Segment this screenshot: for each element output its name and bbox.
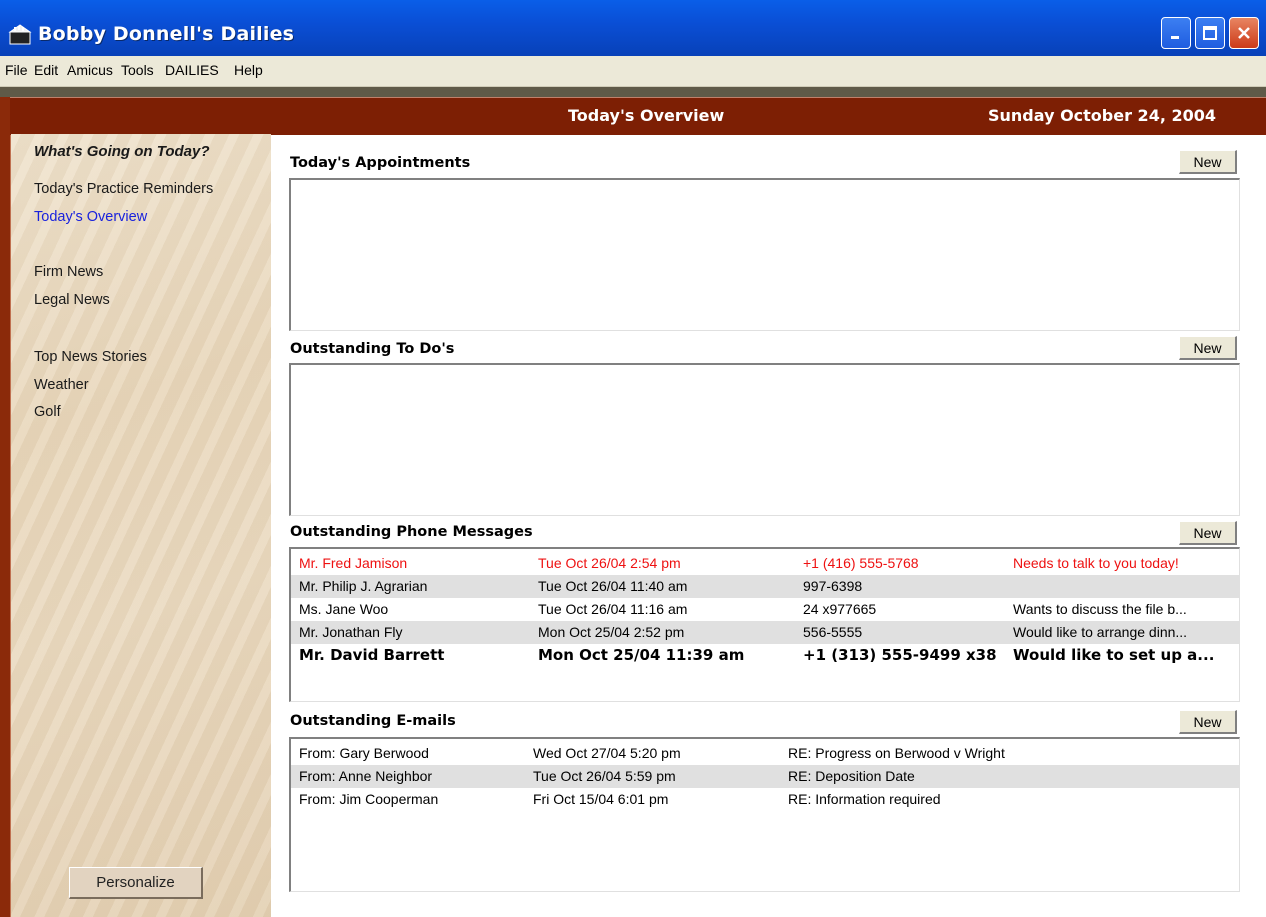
phone-note: Needs to talk to you today! xyxy=(1013,555,1179,571)
phone-time: Tue Oct 26/04 11:16 am xyxy=(538,601,688,617)
email-from: From: Anne Neighbor xyxy=(299,768,433,784)
phone-messages-list[interactable]: Mr. Fred Jamison Tue Oct 26/04 2:54 pm +… xyxy=(289,547,1240,702)
table-row[interactable]: From: Anne Neighbor Tue Oct 26/04 5:59 p… xyxy=(291,765,1239,788)
maximize-icon xyxy=(1203,26,1217,40)
phone-number: 997-6398 xyxy=(803,578,863,594)
phone-note: Would like to set up a... xyxy=(1013,646,1215,664)
table-row[interactable]: From: Jim Cooperman Fri Oct 15/04 6:01 p… xyxy=(291,788,1239,811)
menu-dailies[interactable]: DAILIES xyxy=(165,62,219,78)
maximize-button[interactable] xyxy=(1195,17,1225,49)
todos-title: Outstanding To Do's xyxy=(290,341,455,357)
phone-number: 24 x977665 xyxy=(803,601,877,617)
sidebar-heading: What's Going on Today? xyxy=(34,143,210,160)
sidebar-item-practice-reminders[interactable]: Today's Practice Reminders xyxy=(34,181,213,197)
table-row[interactable]: Mr. David Barrett Mon Oct 25/04 11:39 am… xyxy=(291,644,1239,667)
phone-name: Mr. Jonathan Fly xyxy=(299,624,403,640)
sidebar-item-golf[interactable]: Golf xyxy=(34,404,61,420)
page-title: Today's Overview xyxy=(568,106,725,125)
email-time: Wed Oct 27/04 5:20 pm xyxy=(533,745,681,761)
menu-file[interactable]: File xyxy=(5,62,28,78)
phone-note: Wants to discuss the file b... xyxy=(1013,601,1187,617)
app-icon xyxy=(8,23,32,45)
sidebar-item-firm-news[interactable]: Firm News xyxy=(34,264,103,280)
table-row[interactable]: Mr. Fred Jamison Tue Oct 26/04 2:54 pm +… xyxy=(291,552,1239,575)
email-from: From: Gary Berwood xyxy=(299,745,429,761)
email-from: From: Jim Cooperman xyxy=(299,791,439,807)
personalize-button[interactable]: Personalize xyxy=(69,867,203,899)
menu-bar: File Edit Amicus Tools DAILIES Help xyxy=(0,56,1266,87)
phone-time: Mon Oct 25/04 2:52 pm xyxy=(538,624,685,640)
table-row[interactable]: Mr. Philip J. Agrarian Tue Oct 26/04 11:… xyxy=(291,575,1239,598)
sidebar-item-top-news[interactable]: Top News Stories xyxy=(34,349,147,365)
email-subject: RE: Deposition Date xyxy=(788,768,915,784)
phone-name: Ms. Jane Woo xyxy=(299,601,389,617)
phone-number: 556-5555 xyxy=(803,624,863,640)
minimize-icon xyxy=(1171,36,1179,39)
sidebar: What's Going on Today? Today's Practice … xyxy=(11,134,271,917)
title-bar[interactable]: Bobby Donnell's Dailies xyxy=(0,0,1266,56)
close-icon xyxy=(1238,27,1250,39)
email-subject: RE: Information required xyxy=(788,791,941,807)
window-title: Bobby Donnell's Dailies xyxy=(38,23,295,45)
new-email-button[interactable]: New xyxy=(1179,710,1237,734)
menu-amicus[interactable]: Amicus xyxy=(67,62,113,78)
emails-title: Outstanding E-mails xyxy=(290,713,456,729)
phone-time: Tue Oct 26/04 2:54 pm xyxy=(538,555,681,571)
email-time: Tue Oct 26/04 5:59 pm xyxy=(533,768,676,784)
phone-name: Mr. Fred Jamison xyxy=(299,555,408,571)
appointments-list[interactable] xyxy=(289,178,1240,331)
phone-note: Would like to arrange dinn... xyxy=(1013,624,1188,640)
close-button[interactable] xyxy=(1229,17,1259,49)
new-appointment-button[interactable]: New xyxy=(1179,150,1237,174)
phone-name: Mr. David Barrett xyxy=(299,646,445,664)
new-todo-button[interactable]: New xyxy=(1179,336,1237,360)
appointments-title: Today's Appointments xyxy=(290,155,471,171)
current-date: Sunday October 24, 2004 xyxy=(988,106,1216,125)
sidebar-item-legal-news[interactable]: Legal News xyxy=(34,292,110,308)
sidebar-item-weather[interactable]: Weather xyxy=(34,377,89,393)
phone-number: +1 (416) 555-5768 xyxy=(803,555,919,571)
phone-time: Tue Oct 26/04 11:40 am xyxy=(538,578,688,594)
menu-help[interactable]: Help xyxy=(234,62,263,78)
phone-name: Mr. Philip J. Agrarian xyxy=(299,578,428,594)
sidebar-item-overview[interactable]: Today's Overview xyxy=(34,209,147,225)
table-row[interactable]: From: Gary Berwood Wed Oct 27/04 5:20 pm… xyxy=(291,742,1239,765)
minimize-button[interactable] xyxy=(1161,17,1191,49)
table-row[interactable]: Mr. Jonathan Fly Mon Oct 25/04 2:52 pm 5… xyxy=(291,621,1239,644)
todos-list[interactable] xyxy=(289,363,1240,516)
emails-list[interactable]: From: Gary Berwood Wed Oct 27/04 5:20 pm… xyxy=(289,737,1240,892)
phone-time: Mon Oct 25/04 11:39 am xyxy=(538,646,745,664)
menu-edit[interactable]: Edit xyxy=(34,62,58,78)
email-time: Fri Oct 15/04 6:01 pm xyxy=(533,791,669,807)
banner-strip xyxy=(0,87,1266,97)
phone-number: +1 (313) 555-9499 x38 xyxy=(803,646,997,664)
left-frame xyxy=(0,97,11,917)
new-phone-message-button[interactable]: New xyxy=(1179,521,1237,545)
phone-messages-title: Outstanding Phone Messages xyxy=(290,524,533,540)
table-row[interactable]: Ms. Jane Woo Tue Oct 26/04 11:16 am 24 x… xyxy=(291,598,1239,621)
header-bar: Today's Overview Sunday October 24, 2004 xyxy=(10,97,1266,135)
email-subject: RE: Progress on Berwood v Wright xyxy=(788,745,1005,761)
menu-tools[interactable]: Tools xyxy=(121,62,154,78)
